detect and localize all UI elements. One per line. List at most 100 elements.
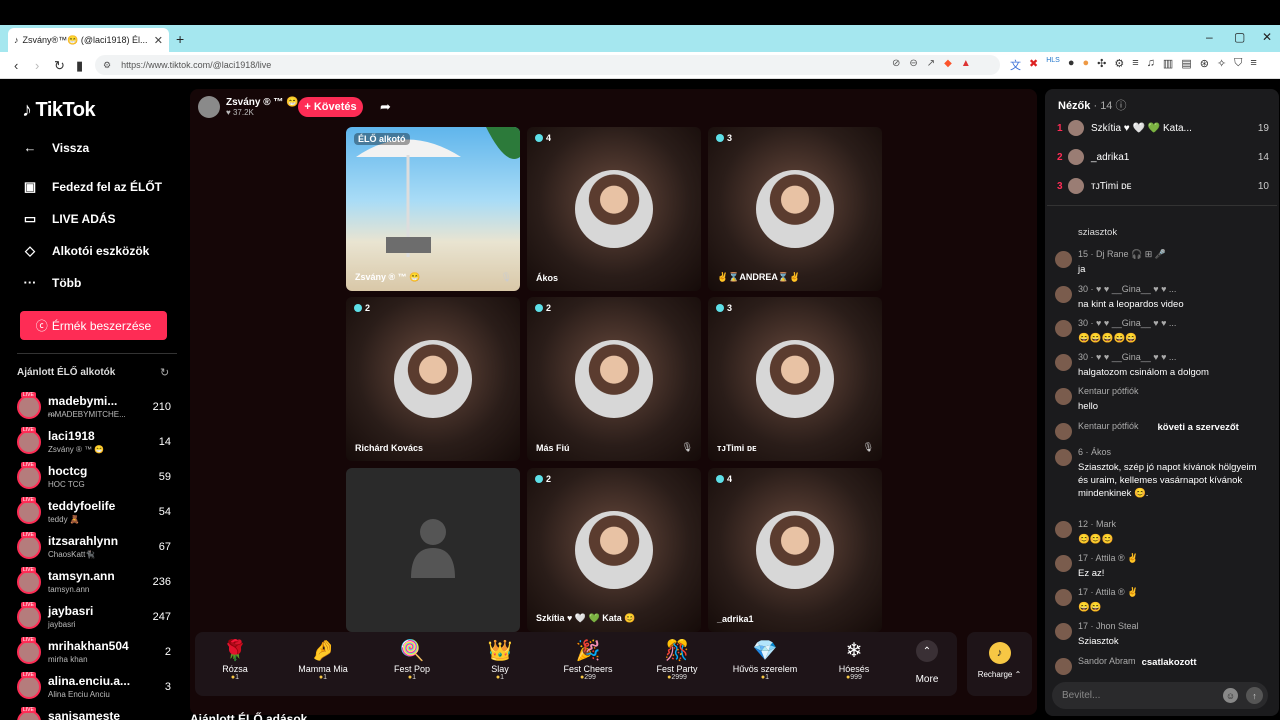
top-viewer-row[interactable]: 2 _adrika1 14 — [1057, 148, 1272, 168]
color-extension-icon[interactable]: ● — [1083, 57, 1090, 73]
chat-username[interactable]: 15 · Dj Rane 🎧 ⊞ 🎤 — [1078, 249, 1166, 260]
chat-avatar[interactable] — [1055, 320, 1072, 337]
host-avatar[interactable] — [198, 96, 220, 118]
wallet-icon[interactable]: ▤ — [1181, 57, 1191, 73]
gift-item[interactable]: ❄ Hóesés ●999 — [819, 638, 889, 681]
creator-item[interactable]: LIVE laci1918 Zsvány ® ™ 😁 14 — [17, 427, 177, 460]
gift-item[interactable]: 👑 Slay ●1 — [465, 638, 535, 681]
forward-icon[interactable]: › — [35, 58, 39, 73]
gift-item[interactable]: 🌹 Rózsa ●1 — [200, 638, 270, 681]
chat-username[interactable]: 17 · Jhon Steal — [1078, 621, 1139, 631]
creator-item[interactable]: LIVE madebymi... ᵯMADEBYMITCHE... 210 — [17, 392, 177, 425]
chat-avatar[interactable] — [1055, 521, 1072, 538]
gift-item[interactable]: 🎉 Fest Cheers ●299 — [553, 638, 623, 681]
more-gifts-button[interactable]: ⌃ More — [910, 640, 944, 685]
refresh-icon[interactable]: ↻ — [160, 366, 169, 379]
emoji-icon[interactable]: ☺ — [1223, 688, 1238, 703]
creator-item[interactable]: LIVE sanisameste — [17, 707, 177, 720]
site-settings-icon[interactable]: ⚙ — [103, 60, 111, 71]
share-arrow-icon[interactable]: ➦ — [380, 99, 391, 115]
chat-avatar[interactable] — [1055, 251, 1072, 268]
chat-username[interactable]: Kentaur pótfiók — [1078, 421, 1139, 431]
creator-item[interactable]: LIVE hoctcg HOC TCG 59 — [17, 462, 177, 495]
translate-extension-icon[interactable]: 文 — [1010, 57, 1021, 73]
chat-avatar[interactable] — [1055, 286, 1072, 303]
chat-username[interactable]: 17 · Attila ® ✌ — [1078, 587, 1138, 598]
gift-item[interactable]: 🎊 Fest Party ●2999 — [642, 638, 712, 681]
browser-tab[interactable]: ♪ Zsvány®™😁 (@laci1918) Él... ✕ — [8, 28, 169, 52]
menu-extension-icon[interactable]: ≡ — [1132, 57, 1138, 73]
nav-live-broadcast[interactable]: ▭ LIVE ADÁS — [22, 211, 116, 227]
chat-avatar[interactable] — [1055, 423, 1072, 440]
zoom-icon[interactable]: ⊖ — [909, 58, 917, 69]
new-tab-button[interactable]: + — [176, 31, 184, 47]
chat-avatar[interactable] — [1055, 555, 1072, 572]
tiktok-logo[interactable]: ♪ TikTok — [22, 99, 96, 122]
host-info[interactable]: Zsvány ® ™ 😁 ♥ 37.2K — [198, 96, 299, 118]
bookmark-icon[interactable]: ▮ — [76, 58, 83, 74]
chat-avatar[interactable] — [1055, 658, 1072, 675]
guest-video-tile[interactable]: 2 Szkítia ♥ 🤍 💚 Kata 😊 — [527, 468, 701, 632]
minimize-icon[interactable]: – — [1206, 30, 1213, 44]
guest-video-tile[interactable]: 2 Richárd Kovács — [346, 297, 520, 461]
host-video-tile[interactable]: ÉLŐ alkotó Zsvány ® ™ 😁 🎙 — [346, 127, 520, 291]
guest-video-tile[interactable]: 4 Ákos — [527, 127, 701, 291]
settings-extension-icon[interactable]: ⚙ — [1114, 57, 1124, 73]
vpn-icon[interactable]: ⊛ — [1200, 57, 1209, 73]
top-viewer-row[interactable]: 3 ᴛᴊTimi ᴅᴇ 10 — [1057, 177, 1272, 197]
puzzle-extension-icon[interactable]: ✣ — [1097, 57, 1106, 73]
empty-seat-tile[interactable] — [346, 468, 520, 632]
chat-username[interactable]: 17 · Attila ® ✌ — [1078, 553, 1138, 564]
chat-avatar[interactable] — [1055, 449, 1072, 466]
guest-video-tile[interactable]: 4 _adrika1 — [708, 468, 882, 632]
chat-username[interactable]: 30 · ♥ ♥ __Gina__ ♥ ♥ ... — [1078, 352, 1176, 362]
get-coins-button[interactable]: ⓒ Érmék beszerzése — [20, 311, 167, 340]
chat-username[interactable]: 30 · ♥ ♥ __Gina__ ♥ ♥ ... — [1078, 284, 1176, 294]
shield-icon[interactable]: ⛉ — [1234, 57, 1242, 73]
no-translate-icon[interactable]: ⊘ — [892, 58, 900, 69]
chat-username[interactable]: Sandor Abram — [1078, 656, 1136, 666]
rewards-icon[interactable]: ▲ — [961, 58, 971, 69]
share-icon[interactable]: ↗ — [927, 58, 935, 69]
ublock-extension-icon[interactable]: ● — [1068, 57, 1075, 73]
creator-item[interactable]: LIVE itzsarahlynn ChaosKatt🐈‍⬛ 67 — [17, 532, 177, 565]
nav-back[interactable]: ← Vissza — [22, 140, 90, 155]
back-icon[interactable]: ‹ — [14, 58, 18, 73]
guest-video-tile[interactable]: 3 ᴛᴊTimi ᴅᴇ 🎙 — [708, 297, 882, 461]
nav-more[interactable]: ··· Több — [22, 275, 82, 290]
viewer-count[interactable]: · 14 ⓘ — [1093, 100, 1126, 112]
chat-username[interactable]: Kentaur pótfiók — [1078, 386, 1139, 396]
creator-item[interactable]: LIVE tamsyn.ann tamsyn.ann 236 — [17, 567, 177, 600]
chat-input[interactable]: Bevitel... ☺ ↑ — [1052, 682, 1268, 709]
chat-username[interactable]: 6 · Ákos — [1078, 447, 1111, 457]
creator-item[interactable]: LIVE teddyfoelife teddy 🧸 54 — [17, 497, 177, 530]
chat-username[interactable]: 30 · ♥ ♥ __Gina__ ♥ ♥ ... — [1078, 318, 1176, 328]
url-input[interactable]: ⚙ https://www.tiktok.com/@laci1918/live — [95, 55, 1000, 75]
leo-icon[interactable]: ✧ — [1217, 57, 1226, 73]
browser-menu-icon[interactable]: ≡ — [1250, 57, 1256, 73]
guest-video-tile[interactable]: 2 Más Fiú 🎙 — [527, 297, 701, 461]
music-icon[interactable]: ♫ — [1147, 57, 1155, 73]
send-icon[interactable]: ↑ — [1246, 687, 1263, 704]
recharge-button[interactable]: ♪ Recharge ⌃ — [967, 632, 1032, 696]
x-extension-icon[interactable]: ✖ — [1029, 57, 1038, 73]
gift-item[interactable]: 🍭 Fest Pop ●1 — [377, 638, 447, 681]
brave-shield-icon[interactable]: ◆ — [944, 58, 952, 69]
close-tab-icon[interactable]: ✕ — [154, 34, 163, 47]
chat-avatar[interactable] — [1055, 589, 1072, 606]
chat-avatar[interactable] — [1055, 354, 1072, 371]
close-window-icon[interactable]: ✕ — [1262, 30, 1272, 44]
gift-item[interactable]: 🤌 Mamma Mia ●1 — [288, 638, 358, 681]
creator-item[interactable]: LIVE jaybasri jaybasri 247 — [17, 602, 177, 635]
nav-explore-live[interactable]: ▣ Fedezd fel az ÉLŐT — [22, 179, 162, 195]
nav-creator-tools[interactable]: ◇ Alkotói eszközök — [22, 243, 149, 259]
chat-avatar[interactable] — [1055, 623, 1072, 640]
top-viewer-row[interactable]: 1 Szkítia ♥ 🤍 💚 Kata... 19 — [1057, 119, 1272, 139]
creator-item[interactable]: LIVE mrihakhan504 mirha khan 2 — [17, 637, 177, 670]
sidebar-toggle-icon[interactable]: ▥ — [1163, 57, 1173, 73]
chat-username[interactable]: 12 · Mark — [1078, 519, 1116, 529]
follow-button[interactable]: + Követés — [298, 97, 363, 117]
maximize-icon[interactable]: ▢ — [1234, 30, 1245, 44]
creator-item[interactable]: LIVE alina.enciu.a... Alina Enciu Anciu 3 — [17, 672, 177, 705]
hls-extension-icon[interactable]: HLS — [1046, 57, 1060, 73]
